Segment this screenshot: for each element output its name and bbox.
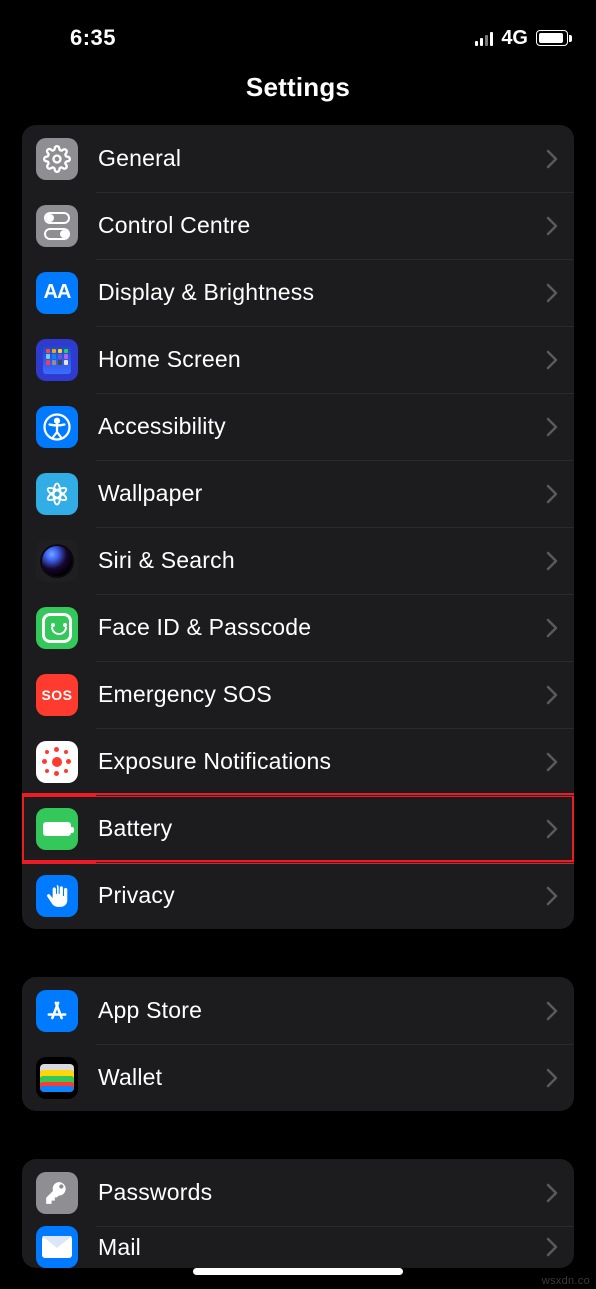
- chevron-right-icon: [546, 1237, 558, 1257]
- settings-row-label: Wallet: [98, 1064, 546, 1091]
- chevron-right-icon: [546, 1068, 558, 1088]
- settings-row-label: App Store: [98, 997, 546, 1024]
- hand-icon: [36, 875, 78, 917]
- settings-row-label: Display & Brightness: [98, 279, 546, 306]
- settings-group-3: Passwords Mail: [22, 1159, 574, 1268]
- settings-row-label: Home Screen: [98, 346, 546, 373]
- aa-icon: AA: [36, 272, 78, 314]
- faceid-icon: [36, 607, 78, 649]
- battery-status-icon: [536, 30, 568, 46]
- settings-row-control-centre[interactable]: Control Centre: [22, 192, 574, 259]
- mail-icon: [36, 1226, 78, 1268]
- settings-row-label: Privacy: [98, 882, 546, 909]
- settings-row-label: Mail: [98, 1234, 546, 1261]
- wallpaper-icon: [36, 473, 78, 515]
- chevron-right-icon: [546, 618, 558, 638]
- chevron-right-icon: [546, 283, 558, 303]
- chevron-right-icon: [546, 1183, 558, 1203]
- settings-row-emergency-sos[interactable]: SOS Emergency SOS: [22, 661, 574, 728]
- status-right-cluster: 4G: [475, 27, 568, 50]
- siri-icon: [36, 540, 78, 582]
- settings-row-label: Accessibility: [98, 413, 546, 440]
- key-icon: [36, 1172, 78, 1214]
- settings-row-battery[interactable]: Battery: [22, 795, 574, 862]
- settings-row-accessibility[interactable]: Accessibility: [22, 393, 574, 460]
- chevron-right-icon: [546, 685, 558, 705]
- status-time: 6:35: [28, 25, 116, 51]
- appstore-icon: [36, 990, 78, 1032]
- chevron-right-icon: [546, 350, 558, 370]
- home-screen-icon: [36, 339, 78, 381]
- settings-row-label: Emergency SOS: [98, 681, 546, 708]
- settings-row-faceid-passcode[interactable]: Face ID & Passcode: [22, 594, 574, 661]
- settings-row-passwords[interactable]: Passwords: [22, 1159, 574, 1226]
- settings-row-label: Face ID & Passcode: [98, 614, 546, 641]
- signal-icon: [475, 30, 493, 46]
- settings-row-label: Exposure Notifications: [98, 748, 546, 775]
- settings-row-privacy[interactable]: Privacy: [22, 862, 574, 929]
- chevron-right-icon: [546, 752, 558, 772]
- chevron-right-icon: [546, 551, 558, 571]
- network-label: 4G: [501, 27, 528, 50]
- sos-icon: SOS: [36, 674, 78, 716]
- watermark: wsxdn.co: [542, 1275, 590, 1287]
- chevron-right-icon: [546, 417, 558, 437]
- page-title: Settings: [0, 72, 596, 103]
- settings-group-2: App Store Wallet: [22, 977, 574, 1111]
- settings-row-home-screen[interactable]: Home Screen: [22, 326, 574, 393]
- settings-row-label: Control Centre: [98, 212, 546, 239]
- settings-group-1: General Control Centre AA Display & Brig…: [22, 125, 574, 929]
- settings-row-app-store[interactable]: App Store: [22, 977, 574, 1044]
- settings-row-wallet[interactable]: Wallet: [22, 1044, 574, 1111]
- settings-row-wallpaper[interactable]: Wallpaper: [22, 460, 574, 527]
- settings-row-exposure-notifications[interactable]: Exposure Notifications: [22, 728, 574, 795]
- settings-row-mail[interactable]: Mail: [22, 1226, 574, 1268]
- accessibility-icon: [36, 406, 78, 448]
- settings-row-siri-search[interactable]: Siri & Search: [22, 527, 574, 594]
- settings-row-label: Siri & Search: [98, 547, 546, 574]
- settings-row-label: General: [98, 145, 546, 172]
- settings-row-general[interactable]: General: [22, 125, 574, 192]
- settings-row-label: Wallpaper: [98, 480, 546, 507]
- exposure-icon: [36, 741, 78, 783]
- wallet-icon: [36, 1057, 78, 1099]
- settings-row-label: Passwords: [98, 1179, 546, 1206]
- chevron-right-icon: [546, 819, 558, 839]
- chevron-right-icon: [546, 149, 558, 169]
- home-indicator[interactable]: [193, 1268, 403, 1275]
- battery-icon: [36, 808, 78, 850]
- chevron-right-icon: [546, 886, 558, 906]
- toggle-icon: [36, 205, 78, 247]
- chevron-right-icon: [546, 216, 558, 236]
- gear-icon: [36, 138, 78, 180]
- settings-row-label: Battery: [98, 815, 546, 842]
- chevron-right-icon: [546, 484, 558, 504]
- chevron-right-icon: [546, 1001, 558, 1021]
- settings-row-display-brightness[interactable]: AA Display & Brightness: [22, 259, 574, 326]
- status-bar: 6:35 4G: [0, 0, 596, 60]
